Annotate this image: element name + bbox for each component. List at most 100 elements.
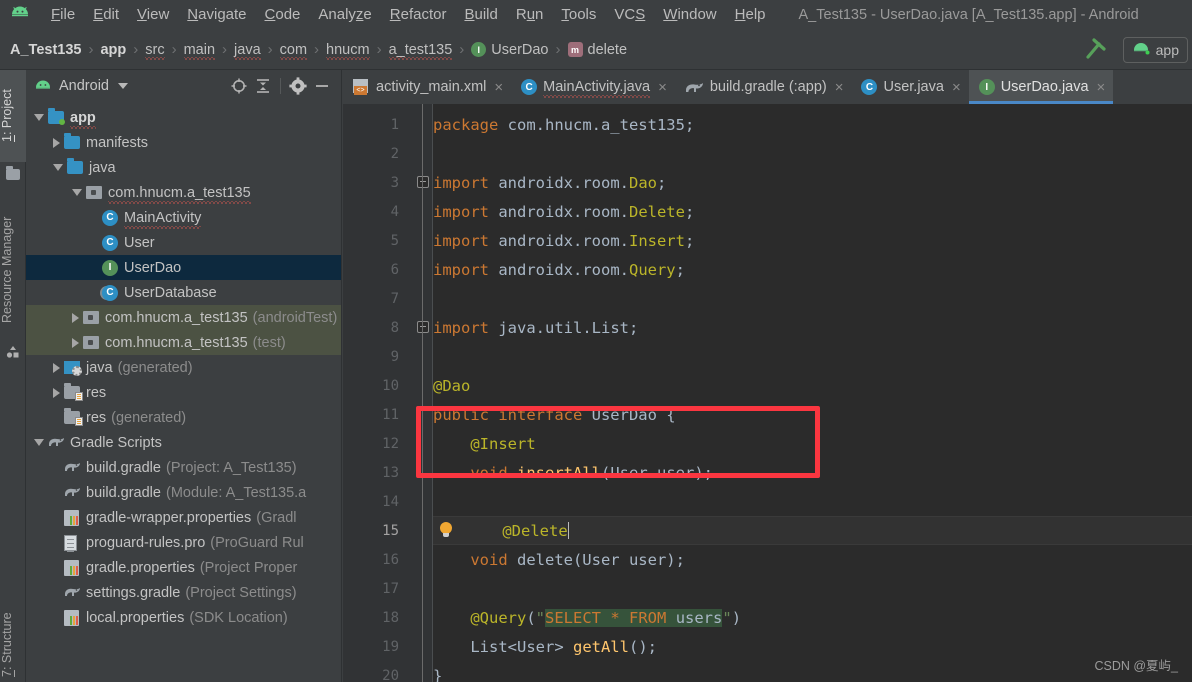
close-icon[interactable]: × xyxy=(952,80,961,95)
intention-bulb-icon[interactable] xyxy=(439,522,453,538)
code-token: androidx.room. xyxy=(489,260,629,279)
tree-row[interactable]: settings.gradle (Project Settings) xyxy=(26,580,341,605)
tree-row[interactable]: app xyxy=(26,105,341,130)
breadcrumb-item-a_test135[interactable]: a_test135 xyxy=(388,42,452,60)
close-icon[interactable]: × xyxy=(658,80,667,95)
menu-item-navigate[interactable]: Navigate xyxy=(178,1,255,29)
menu-item-analyze[interactable]: Analyze xyxy=(309,1,380,29)
menu-item-window[interactable]: Window xyxy=(654,1,725,29)
breadcrumb-item-delete[interactable]: m delete xyxy=(567,42,627,58)
tree-row[interactable]: local.properties (SDK Location) xyxy=(26,605,341,630)
tree-row[interactable]: res xyxy=(26,380,341,405)
close-icon[interactable]: × xyxy=(835,80,844,95)
tree-expand-closed-icon[interactable] xyxy=(53,362,60,373)
tree-row[interactable]: Gradle Scripts xyxy=(26,430,341,455)
tree-expand-closed-icon[interactable] xyxy=(72,312,79,323)
breadcrumb-item-app[interactable]: app xyxy=(100,42,126,58)
run-configuration-selector[interactable]: app xyxy=(1122,36,1188,63)
gradle-elephant-icon xyxy=(64,585,81,601)
tree-row[interactable]: com.hnucm.a_test135 (androidTest) xyxy=(26,305,341,330)
project-panel-header: Android xyxy=(26,70,341,102)
editor-tab-userjava[interactable]: C User.java × xyxy=(851,70,968,104)
menu-item-refactor[interactable]: Refactor xyxy=(381,1,456,29)
breadcrumb-item-userdao[interactable]: I UserDao xyxy=(471,42,549,58)
menu-item-run[interactable]: Run xyxy=(507,1,553,29)
breadcrumb-label: java xyxy=(234,41,261,60)
properties-file-icon xyxy=(64,559,81,576)
collapse-all-icon[interactable] xyxy=(252,75,274,97)
minimize-icon[interactable] xyxy=(311,75,333,97)
menu-item-edit[interactable]: Edit xyxy=(84,1,128,29)
tree-row[interactable]: build.gradle (Project: A_Test135) xyxy=(26,455,341,480)
tree-row[interactable]: C User xyxy=(26,230,341,255)
close-icon[interactable]: × xyxy=(494,80,503,95)
tree-row[interactable]: com.hnucm.a_test135 xyxy=(26,180,341,205)
menu-item-build[interactable]: Build xyxy=(455,1,506,29)
chevron-down-icon[interactable] xyxy=(117,83,128,89)
fold-collapse-icon[interactable] xyxy=(417,321,429,333)
code-editor[interactable]: 1 package com.hnucm.a_test135; 2 3 import an… xyxy=(343,104,1192,682)
tree-row-note: (generated) xyxy=(111,409,187,426)
code-token: ; xyxy=(675,260,685,279)
tree-expand-open-icon[interactable] xyxy=(34,114,44,121)
menu-item-tools[interactable]: Tools xyxy=(552,1,605,29)
menu-item-vcs[interactable]: VCS xyxy=(605,1,654,29)
tree-row-note: (Project Settings) xyxy=(185,584,297,601)
code-token: } xyxy=(433,666,443,682)
tree-row[interactable]: gradle-wrapper.properties (Gradl xyxy=(26,505,341,530)
build-hammer-icon[interactable] xyxy=(1081,37,1111,63)
menu-item-view[interactable]: View xyxy=(128,1,178,29)
tree-row[interactable]: manifests xyxy=(26,130,341,155)
gear-icon[interactable] xyxy=(287,75,309,97)
tree-row[interactable]: java (generated) xyxy=(26,355,341,380)
tree-row[interactable]: build.gradle (Module: A_Test135.a xyxy=(26,480,341,505)
tree-row[interactable]: C UserDatabase xyxy=(26,280,341,305)
code-token: androidx.room. xyxy=(489,173,629,192)
fold-collapse-icon[interactable] xyxy=(417,176,429,188)
tree-row-note: (androidTest) xyxy=(252,309,338,326)
editor-tab-userdaojava[interactable]: I UserDao.java × xyxy=(968,70,1114,104)
tree-expand-closed-icon[interactable] xyxy=(53,137,60,148)
code-token: getAll xyxy=(572,637,629,656)
editor-tab-activity_mainxml[interactable]: <> activity_main.xml × xyxy=(343,70,511,104)
breadcrumb-item-src[interactable]: src xyxy=(145,42,165,60)
tree-expand-open-icon[interactable] xyxy=(72,189,82,196)
tree-row[interactable]: proguard-rules.pro (ProGuard Rul xyxy=(26,530,341,555)
project-tree[interactable]: app manifests java com.hnucm.a_test135 C Main… xyxy=(26,102,341,682)
breadcrumb-item-hnucm[interactable]: hnucm xyxy=(326,42,370,60)
tree-expand-closed-icon[interactable] xyxy=(72,337,79,348)
tool-tab-structure[interactable]: 7: Structure xyxy=(0,590,26,682)
tool-tab-project[interactable]: 1: Project xyxy=(0,70,26,162)
tree-row-label: proguard-rules.pro xyxy=(86,534,206,551)
tree-row[interactable]: com.hnucm.a_test135 (test) xyxy=(26,330,341,355)
locate-target-icon[interactable] xyxy=(228,75,250,97)
tree-expand-closed-icon[interactable] xyxy=(53,387,60,398)
line-number: 12 xyxy=(382,435,399,452)
editor-tab-mainactivityjava[interactable]: C MainActivity.java × xyxy=(511,70,675,104)
editor-tab-buildgradleapp[interactable]: build.gradle (:app) × xyxy=(675,70,852,104)
tree-row[interactable]: C MainActivity xyxy=(26,205,341,230)
tree-row[interactable]: res (generated) xyxy=(26,405,341,430)
project-tool-window: Android app manifests java com.hnucm.a_t… xyxy=(26,70,342,682)
tree-expand-open-icon[interactable] xyxy=(53,164,63,171)
tree-row[interactable]: gradle.properties (Project Proper xyxy=(26,555,341,580)
tree-expand-open-icon[interactable] xyxy=(34,439,44,446)
tree-row[interactable]: java xyxy=(26,155,341,180)
menu-item-code[interactable]: Code xyxy=(256,1,310,29)
menu-item-file[interactable]: File xyxy=(42,1,84,29)
breadcrumb-item-main[interactable]: main xyxy=(183,42,216,60)
breadcrumb-label: com xyxy=(279,41,308,60)
line-number: 16 xyxy=(382,551,399,568)
android-head-icon xyxy=(34,80,52,93)
menu-item-help[interactable]: Help xyxy=(726,1,775,29)
tree-row[interactable]: I UserDao xyxy=(26,255,341,280)
package-icon xyxy=(86,185,103,201)
breadcrumb-item-com[interactable]: com xyxy=(279,41,308,60)
close-icon[interactable]: × xyxy=(1097,80,1106,95)
tree-row-note: (Module: A_Test135.a xyxy=(165,484,307,501)
breadcrumb-item-a_test135[interactable]: A_Test135 xyxy=(10,42,81,58)
fold-guide-line xyxy=(422,104,423,682)
tool-tab-resource-manager[interactable]: Resource Manager xyxy=(0,200,26,340)
breadcrumb-item-java[interactable]: java xyxy=(234,41,261,60)
